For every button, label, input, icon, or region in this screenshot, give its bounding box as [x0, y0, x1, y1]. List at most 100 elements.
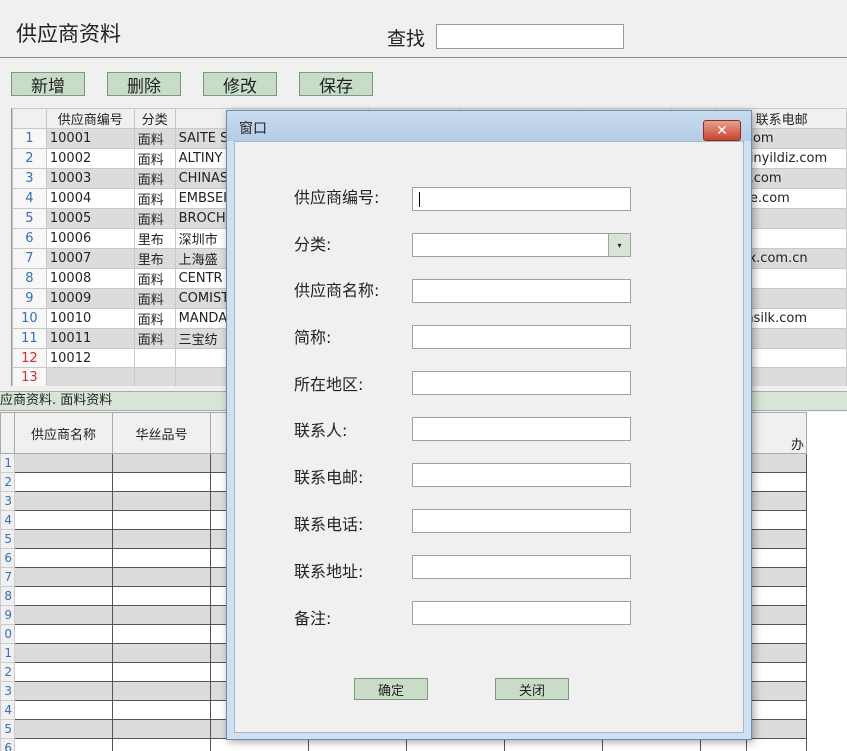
row-number[interactable]: 1	[0, 453, 15, 473]
row-number[interactable]: 4	[12, 188, 47, 209]
cell[interactable]	[112, 681, 211, 701]
ok-button[interactable]: 确定	[354, 678, 428, 700]
row-number[interactable]: 8	[12, 268, 47, 289]
notes-input[interactable]	[412, 601, 631, 625]
col-header-office[interactable]: 办	[746, 412, 807, 454]
col-header-supplier-id[interactable]: 供应商编号	[45, 108, 135, 129]
cell-category[interactable]: 面料	[133, 268, 176, 289]
save-button[interactable]: 保存	[299, 72, 373, 97]
cell-supplier-id[interactable]: 10003	[45, 168, 135, 189]
cell[interactable]	[746, 738, 807, 751]
row-number[interactable]: 5	[0, 529, 15, 549]
cell-category[interactable]: 面料	[133, 288, 176, 309]
cell-supplier-id[interactable]: 10002	[45, 148, 135, 169]
close-button[interactable]: 关闭	[495, 678, 569, 700]
cell[interactable]	[14, 719, 113, 739]
cell[interactable]	[112, 453, 211, 473]
row-number[interactable]: 3	[0, 681, 15, 701]
cell[interactable]	[14, 548, 113, 568]
cell-category[interactable]: 面料	[133, 128, 176, 149]
cell-category[interactable]: 面料	[133, 308, 176, 329]
email-input[interactable]	[412, 463, 631, 487]
cell[interactable]	[14, 491, 113, 511]
cell-supplier-id[interactable]: 10009	[45, 288, 135, 309]
col-header-supplier-name[interactable]: 供应商名称	[14, 412, 113, 454]
row-number[interactable]: 9	[12, 288, 47, 309]
cell[interactable]	[112, 510, 211, 530]
cell-category[interactable]	[133, 348, 176, 368]
cell[interactable]	[746, 567, 807, 587]
cell[interactable]	[14, 605, 113, 625]
cell[interactable]	[112, 643, 211, 663]
row-number[interactable]: 5	[12, 208, 47, 229]
row-number[interactable]: 3	[0, 491, 15, 511]
cell-category[interactable]: 里布	[133, 248, 176, 269]
row-number[interactable]: 4	[0, 510, 15, 530]
cell-category[interactable]: 面料	[133, 208, 176, 229]
cell-supplier-id[interactable]: 10005	[45, 208, 135, 229]
cell[interactable]	[112, 567, 211, 587]
row-number[interactable]: 1	[0, 643, 15, 663]
row-number[interactable]: 9	[0, 605, 15, 625]
cell[interactable]	[14, 529, 113, 549]
cell-category[interactable]: 面料	[133, 148, 176, 169]
cell[interactable]	[504, 738, 603, 751]
row-number[interactable]: 2	[12, 148, 47, 169]
cell[interactable]	[746, 681, 807, 701]
row-number[interactable]: 11	[12, 328, 47, 349]
cell[interactable]	[746, 643, 807, 663]
cell-category[interactable]: 面料	[133, 168, 176, 189]
delete-button[interactable]: 删除	[107, 72, 181, 97]
cell-supplier-id[interactable]: 10010	[45, 308, 135, 329]
supplier-id-input[interactable]	[412, 187, 631, 211]
cell[interactable]	[14, 662, 113, 682]
cell-category[interactable]: 面料	[133, 188, 176, 209]
cell-category[interactable]	[133, 367, 176, 386]
find-input[interactable]	[436, 24, 624, 49]
dialog-titlebar[interactable]	[227, 111, 751, 141]
cell[interactable]	[746, 472, 807, 492]
row-number[interactable]: 2	[0, 662, 15, 682]
cell[interactable]	[112, 624, 211, 644]
cell-supplier-id[interactable]: 10001	[45, 128, 135, 149]
cell[interactable]	[700, 738, 747, 751]
row-number[interactable]: 6	[0, 548, 15, 568]
cell[interactable]	[746, 605, 807, 625]
col-header-category[interactable]: 分类	[133, 108, 176, 129]
cell[interactable]	[746, 548, 807, 568]
cell[interactable]	[406, 738, 505, 751]
cell[interactable]	[746, 700, 807, 720]
cell[interactable]	[14, 472, 113, 492]
contact-input[interactable]	[412, 417, 631, 441]
cell-supplier-id[interactable]: 10012	[45, 348, 135, 368]
phone-input[interactable]	[412, 509, 631, 533]
row-number[interactable]: 8	[0, 586, 15, 606]
cell[interactable]	[14, 453, 113, 473]
cell[interactable]	[14, 510, 113, 530]
cell[interactable]	[112, 700, 211, 720]
col-header-fabric-no[interactable]: 华丝品号	[112, 412, 211, 454]
row-number[interactable]: 12	[12, 348, 47, 368]
row-number[interactable]: 4	[0, 700, 15, 720]
cell[interactable]	[112, 662, 211, 682]
cell[interactable]	[746, 719, 807, 739]
address-input[interactable]	[412, 555, 631, 579]
cell[interactable]	[112, 719, 211, 739]
cell[interactable]	[14, 643, 113, 663]
row-number[interactable]: 10	[12, 308, 47, 329]
cell[interactable]	[112, 529, 211, 549]
supplier-name-input[interactable]	[412, 279, 631, 303]
cell[interactable]	[14, 586, 113, 606]
cell[interactable]	[14, 567, 113, 587]
edit-button[interactable]: 修改	[203, 72, 277, 97]
row-number[interactable]: 0	[0, 624, 15, 644]
cell[interactable]	[112, 738, 211, 751]
row-number[interactable]: 2	[0, 472, 15, 492]
cell[interactable]	[746, 453, 807, 473]
row-number[interactable]: 13	[12, 367, 47, 386]
cell-supplier-id[interactable]	[45, 367, 135, 386]
cell[interactable]	[112, 472, 211, 492]
cell[interactable]	[14, 738, 113, 751]
region-input[interactable]	[412, 371, 631, 395]
row-number[interactable]: 6	[0, 738, 15, 751]
